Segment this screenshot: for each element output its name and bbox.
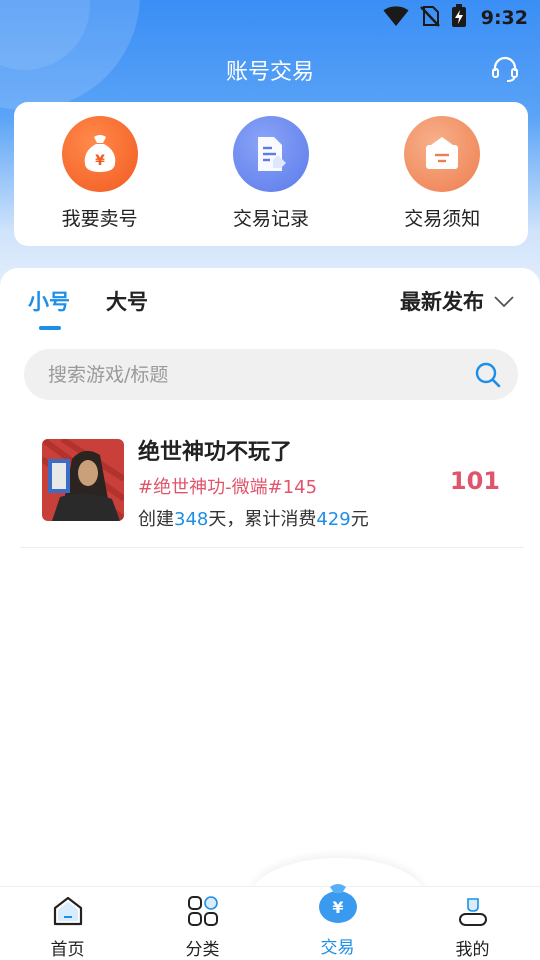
nav-trade[interactable]: ¥ 交易 — [270, 884, 405, 960]
clock: 9:32 — [480, 7, 528, 29]
quick-actions-card: ¥ 我要卖号 交易记录 交易须知 — [14, 102, 528, 246]
money-bag-icon: ¥ — [61, 116, 138, 192]
profile-icon — [457, 895, 489, 931]
page-title: 账号交易 — [225, 60, 314, 85]
trade-records-label: 交易记录 — [232, 208, 309, 230]
nav-profile[interactable]: 我的 — [405, 887, 540, 960]
tab-large-account[interactable]: 大号 — [106, 286, 148, 316]
sell-account-label: 我要卖号 — [61, 208, 138, 230]
tab-small-account[interactable]: 小号 — [28, 286, 70, 316]
category-grid-icon — [187, 895, 219, 931]
stats-suffix: 元 — [350, 509, 369, 530]
status-bar: 9:32 — [0, 0, 540, 36]
listing-item[interactable]: 绝世神功不玩了 #绝世神功-微端#145 创建348天，累计消费429元 101 — [20, 418, 524, 548]
trade-records-button[interactable]: 交易记录 — [201, 116, 341, 231]
battery-charging-icon — [451, 4, 467, 32]
briefcase-icon — [404, 116, 481, 192]
svg-text:¥: ¥ — [332, 898, 343, 917]
trade-notice-button[interactable]: 交易须知 — [372, 116, 512, 231]
listing-title: 绝世神功不玩了 — [138, 440, 293, 465]
sell-account-button[interactable]: ¥ 我要卖号 — [30, 116, 170, 231]
sort-dropdown[interactable]: 最新发布 — [400, 286, 514, 316]
search-bar[interactable] — [24, 349, 518, 400]
bottom-nav: 首页 分类 ¥ 交易 我的 — [0, 884, 540, 960]
nav-category-label: 分类 — [185, 940, 220, 960]
listing-price: 101 — [449, 467, 500, 495]
total-spent-value: 429 — [316, 509, 351, 530]
nav-profile-label: 我的 — [455, 940, 490, 960]
listing-stats: 创建348天，累计消费429元 — [138, 505, 369, 531]
search-icon[interactable] — [474, 361, 502, 393]
trade-notice-label: 交易须知 — [404, 208, 481, 230]
created-days-value: 348 — [174, 509, 209, 530]
game-thumbnail-image — [42, 439, 124, 521]
nav-home-label: 首页 — [50, 940, 85, 960]
home-icon — [52, 895, 84, 931]
document-edit-icon — [232, 116, 309, 192]
tab-bar: 小号 大号 最新发布 — [0, 286, 540, 336]
listing-tag: #绝世神功-微端#145 — [138, 477, 318, 498]
title-bar: 账号交易 — [0, 48, 540, 92]
trade-bag-icon: ¥ — [316, 881, 360, 929]
chevron-down-icon — [494, 289, 514, 313]
nav-home[interactable]: 首页 — [0, 887, 135, 960]
wifi-icon — [383, 5, 409, 31]
sort-label: 最新发布 — [400, 290, 484, 314]
nav-trade-label: 交易 — [320, 938, 355, 958]
listing-panel: 小号 大号 最新发布 绝世神功不玩了 #绝世神 — [0, 268, 540, 888]
stats-prefix: 创建 — [138, 509, 174, 530]
nav-category[interactable]: 分类 — [135, 887, 270, 960]
customer-service-headset-icon[interactable] — [488, 52, 522, 86]
tab-active-indicator — [39, 326, 61, 330]
no-sim-icon — [419, 5, 441, 31]
search-input[interactable] — [48, 363, 448, 386]
stats-mid: 天，累计消费 — [208, 509, 317, 530]
svg-text:¥: ¥ — [95, 153, 105, 169]
